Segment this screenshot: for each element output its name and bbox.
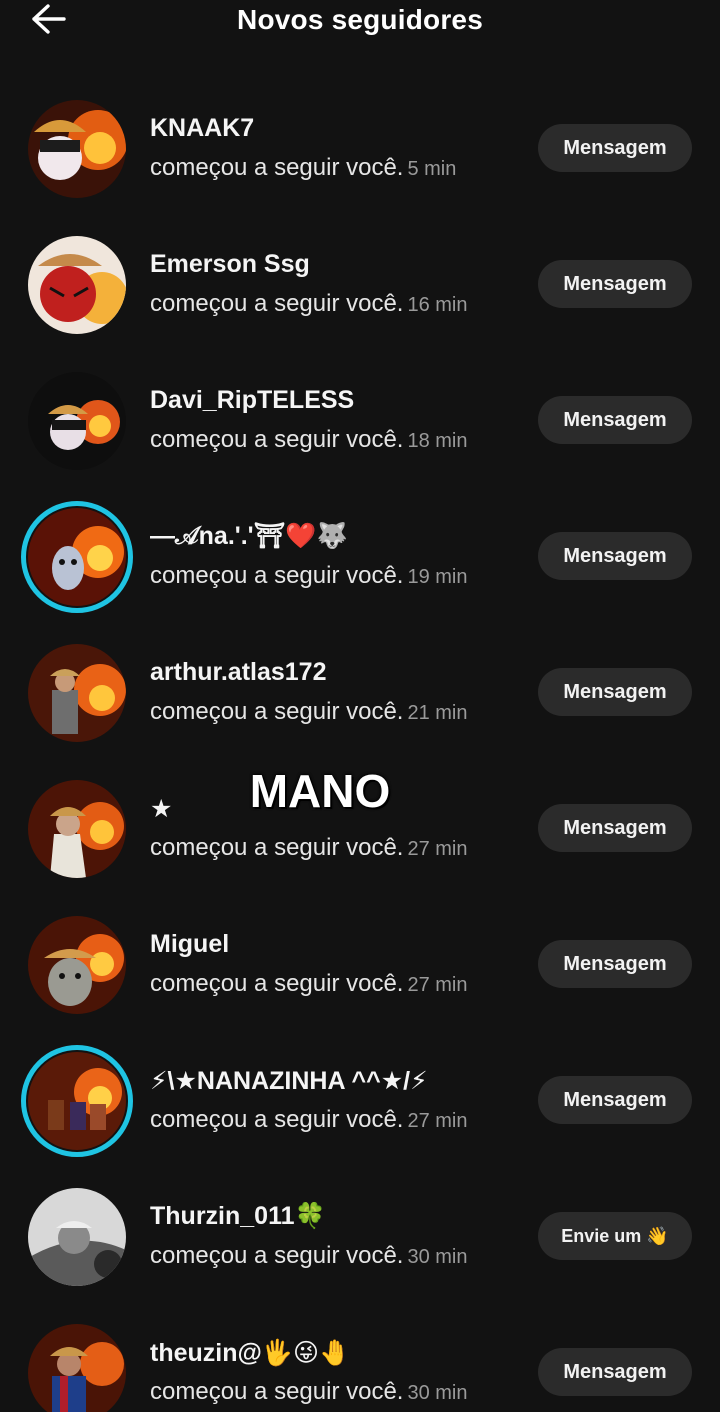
timestamp: 21 min [407, 702, 468, 724]
follower-name[interactable]: theuzin@🖐😜🤚 [150, 1338, 350, 1368]
follower-name[interactable]: Miguel [150, 930, 229, 959]
follow-status: começou a seguir você. 16 min [150, 290, 468, 317]
follower-name[interactable]: arthur.atlas172 [150, 658, 327, 687]
list-item: arthur.atlas172 começou a seguir você. 21… [0, 644, 720, 780]
list-item: KNAAK7 começou a seguir você. 5 min Mensa… [0, 100, 720, 236]
follower-name[interactable]: Davi_RipTELESS [150, 386, 354, 415]
header: Novos seguidores [0, 0, 720, 44]
avatar[interactable] [28, 508, 126, 606]
new-followers-screen: Novos seguidores KNAAK7 começou a seguir… [0, 0, 720, 1412]
follow-status: começou a seguir você. 27 min [150, 834, 468, 861]
timestamp: 19 min [407, 566, 468, 588]
follow-status: começou a seguir você. 30 min [150, 1378, 468, 1405]
message-button[interactable]: Mensagem [538, 396, 692, 444]
timestamp: 16 min [407, 294, 468, 316]
follower-name[interactable]: Emerson Ssg [150, 250, 310, 279]
list-item: Davi_RipTELESS começou a seguir você. 18 … [0, 372, 720, 508]
overlay-caption: MANO [249, 765, 391, 817]
avatar[interactable] [28, 236, 126, 334]
timestamp: 5 min [407, 158, 457, 180]
follow-status: começou a seguir você. 19 min [150, 562, 468, 589]
follow-status: começou a seguir você. 21 min [150, 698, 468, 725]
list-item: —𝒜na.'.'⛩❤️🐺 começou a seguir você. 19 mi… [0, 501, 720, 644]
follower-name[interactable]: KNAAK7 [150, 114, 254, 143]
list-item: Emerson Ssg começou a seguir você. 16 min… [0, 236, 720, 372]
timestamp: 18 min [407, 430, 468, 452]
timestamp: 27 min [407, 838, 468, 860]
follow-status: começou a seguir você. 30 min [150, 1242, 468, 1269]
avatar[interactable] [28, 100, 126, 198]
timestamp: 30 min [407, 1246, 468, 1268]
message-button[interactable]: Mensagem [538, 668, 692, 716]
wave-button[interactable]: Envie um 👋 [538, 1212, 692, 1260]
message-button[interactable]: Mensagem [538, 940, 692, 988]
follow-status: começou a seguir você. 5 min [150, 154, 457, 181]
follow-status: começou a seguir você. 18 min [150, 426, 468, 453]
message-button[interactable]: Mensagem [538, 532, 692, 580]
timestamp: 27 min [407, 1110, 468, 1132]
timestamp: 30 min [407, 1382, 468, 1404]
avatar[interactable] [28, 644, 126, 742]
timestamp: 27 min [407, 974, 468, 996]
message-button[interactable]: Mensagem [538, 124, 692, 172]
page-title: Novos seguidores [237, 4, 483, 35]
list-item: Miguel começou a seguir você. 27 min Mens… [0, 916, 720, 1052]
message-button[interactable]: Mensagem [538, 1076, 692, 1124]
follower-name[interactable]: —𝒜na.'.'⛩❤️🐺 [150, 522, 348, 551]
follower-name[interactable]: ⚡\★NANAZINHA ^^★/⚡ [150, 1066, 428, 1096]
list-item: ⚡\★NANAZINHA ^^★/⚡ começou a seguir você… [0, 1045, 720, 1188]
follower-name[interactable]: Thurzin_011🍀 [150, 1202, 326, 1231]
avatar[interactable] [28, 916, 126, 1014]
message-button[interactable]: Mensagem [538, 260, 692, 308]
follow-status: começou a seguir você. 27 min [150, 1106, 468, 1133]
avatar[interactable] [28, 1324, 126, 1412]
follow-status: começou a seguir você. 27 min [150, 970, 468, 997]
list-item: Thurzin_011🍀 começou a seguir você. 30 mi… [0, 1188, 720, 1324]
avatar[interactable] [28, 372, 126, 470]
message-button[interactable]: Mensagem [538, 1348, 692, 1396]
list-item: theuzin@🖐😜🤚 começou a seguir você. 30 min… [0, 1324, 720, 1412]
avatar[interactable] [28, 1188, 126, 1286]
avatar[interactable] [28, 1052, 126, 1150]
